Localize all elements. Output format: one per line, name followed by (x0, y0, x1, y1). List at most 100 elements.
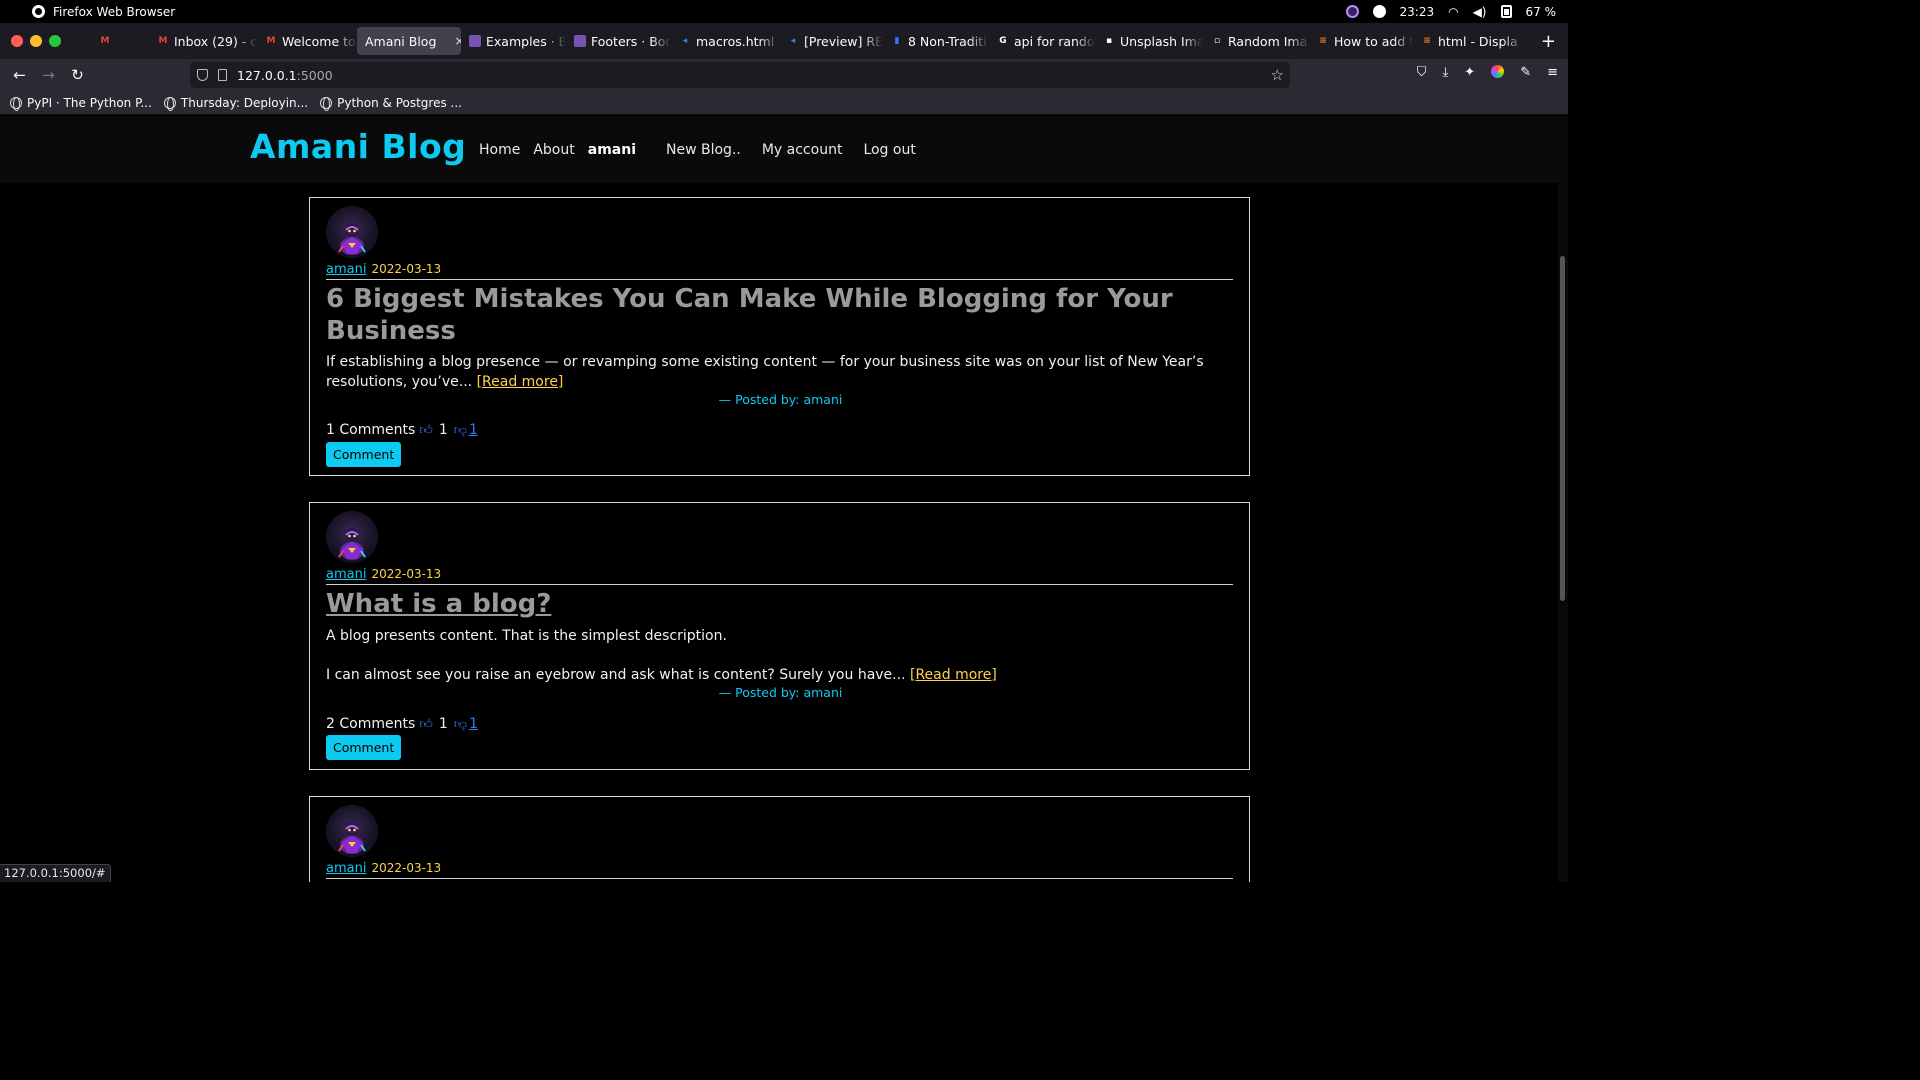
pocket-icon[interactable]: ⛉ (1417, 65, 1427, 80)
shield-icon[interactable] (197, 69, 208, 81)
thumbs-up-icon[interactable]: 👍︎ (419, 717, 433, 732)
comment-button[interactable]: Comment (326, 442, 402, 467)
nav-toolbar: ← → ↻ 127.0.0.1:5000 ☆ ⛉ ⤓ ✦ ✎ ≡ (0, 59, 1568, 91)
tray-sync-icon[interactable] (1372, 5, 1386, 18)
battery-icon[interactable] (1500, 5, 1512, 18)
tab-favicon-icon: ▫ (1213, 36, 1221, 46)
minimize-window-button[interactable] (30, 35, 42, 47)
tab-fade (546, 27, 566, 55)
post-card: amani 2022-03-13 6 Biggest Mistakes You C… (309, 197, 1250, 476)
tab[interactable]: B Footers · Boo (566, 27, 671, 55)
tab-favicon-icon: ≡ (1423, 36, 1431, 46)
status-bar-url: 127.0.0.1:5000/# (0, 864, 111, 882)
dislike-count[interactable]: 1 (469, 716, 478, 732)
downloads-icon[interactable]: ⤓ (1443, 65, 1449, 80)
post-date: 2022-03-13 (371, 262, 442, 276)
tab[interactable]: B Examples · B (461, 27, 566, 55)
tray-app-icon[interactable] (1345, 5, 1359, 18)
comment-button[interactable]: Comment (326, 735, 402, 760)
wifi-icon[interactable]: ◠ (1448, 5, 1458, 19)
bookmark-python-postgres[interactable]: Python & Postgres ... (320, 96, 462, 111)
tab-fade (337, 27, 357, 55)
post-title[interactable]: What is a blog? (326, 588, 1226, 620)
tab-fade (237, 27, 257, 55)
tab-active[interactable]: Amani Blog × (357, 27, 461, 55)
tab-favicon-icon (127, 35, 139, 47)
volume-icon[interactable]: ◀) (1473, 5, 1487, 19)
divider (326, 279, 1233, 280)
reload-icon[interactable]: ↻ (63, 66, 92, 84)
close-window-button[interactable] (11, 35, 23, 47)
new-tab-button[interactable]: + (1541, 31, 1556, 52)
posted-by: — Posted by: amani (718, 685, 843, 700)
tab[interactable]: ▮ 8 Non-Traditi (883, 27, 989, 55)
close-tab-icon[interactable]: × (454, 34, 461, 48)
tab[interactable]: M Inbox (29) - c (149, 27, 257, 55)
nav-logout[interactable]: Log out (863, 142, 915, 158)
tab[interactable]: Gapi for rando (989, 27, 1095, 55)
color-extension-icon[interactable] (1491, 65, 1505, 78)
tab-favicon-icon: B (574, 35, 586, 47)
back-arrow-icon[interactable]: ← (5, 66, 34, 84)
post-meta: amani 2022-03-13 (326, 860, 441, 876)
site-brand[interactable]: Amani Blog (250, 127, 466, 166)
tab-fade (863, 27, 883, 55)
tab[interactable]: ▪ Unsplash Ima (1095, 27, 1203, 55)
thumbs-down-icon[interactable]: 👎︎ (454, 423, 467, 438)
post-excerpt-line-2: I can almost see you raise an eyebrow an… (326, 667, 997, 683)
post-author-link[interactable]: amani (326, 262, 366, 277)
pen-extension-icon[interactable]: ✎ (1520, 65, 1531, 80)
like-count: 1 (438, 716, 448, 732)
tab[interactable]: ≡ How to add t (1309, 27, 1413, 55)
tab-pinned[interactable] (119, 27, 149, 55)
url-bar[interactable]: 127.0.0.1:5000 ☆ (190, 62, 1290, 88)
tab-fade (1075, 27, 1095, 55)
nav-home[interactable]: Home (479, 142, 520, 158)
bookmark-pypi[interactable]: PyPI · The Python P... (10, 96, 152, 111)
clock[interactable]: 23:23 (1400, 5, 1435, 19)
maximize-window-button[interactable] (49, 35, 61, 47)
forward-arrow-icon[interactable]: → (34, 66, 63, 84)
avatar (326, 206, 378, 258)
thumbs-down-icon[interactable]: 👎︎ (454, 717, 467, 732)
tab[interactable]: ≡ html - Displa (1413, 27, 1523, 55)
read-more-link[interactable]: [Read more] (910, 667, 997, 683)
url-text[interactable]: 127.0.0.1:5000 (237, 68, 333, 83)
tab-label: Amani Blog (365, 33, 437, 49)
post-author-link[interactable]: amani (326, 861, 366, 876)
window-controls (11, 35, 61, 47)
read-more-link[interactable]: [Read more] (477, 374, 564, 390)
tab[interactable]: M Welcome to I (257, 27, 357, 55)
tab-fade (1393, 27, 1413, 55)
page-icon[interactable] (218, 69, 227, 81)
dislike-count[interactable]: 1 (469, 422, 478, 438)
app-name: Firefox Web Browser (53, 4, 176, 19)
tab[interactable]: ◂ [Preview] RE (779, 27, 883, 55)
tab-pinned[interactable]: M (91, 27, 119, 55)
menu-icon[interactable]: ≡ (1547, 65, 1558, 80)
nav-new-blog[interactable]: New Blog.. (666, 142, 741, 158)
post-title[interactable]: 6 Biggest Mistakes You Can Make While Bl… (326, 283, 1226, 347)
post-author-link[interactable]: amani (326, 567, 366, 582)
avatar-image (338, 822, 366, 854)
scrollbar-thumb[interactable] (1560, 256, 1565, 601)
tab[interactable]: ◂ macros.html (671, 27, 779, 55)
nav-username[interactable]: amani (588, 142, 636, 158)
avatar-image (338, 223, 366, 255)
tab-favicon-icon: ≡ (1319, 36, 1327, 46)
site-navbar: Amani Blog Home About amani New Blog.. M… (0, 116, 1558, 183)
bookmark-thursday[interactable]: Thursday: Deployin... (163, 96, 308, 111)
globe-icon (163, 96, 176, 111)
nav-about[interactable]: About (533, 142, 574, 158)
nav-my-account[interactable]: My account (762, 142, 843, 158)
tab[interactable]: ▫ Random Ima (1203, 27, 1309, 55)
thumbs-up-icon[interactable]: 👍︎ (419, 423, 433, 438)
globe-icon (10, 96, 22, 111)
extension-icon[interactable]: ✦ (1464, 65, 1475, 80)
page-scrollbar[interactable] (1558, 116, 1568, 882)
post-meta: amani 2022-03-13 (326, 566, 441, 582)
avatar (326, 511, 378, 563)
tab-favicon-icon: B (469, 35, 481, 47)
avatar-image (338, 528, 366, 560)
bookmark-star-icon[interactable]: ☆ (1271, 66, 1284, 84)
